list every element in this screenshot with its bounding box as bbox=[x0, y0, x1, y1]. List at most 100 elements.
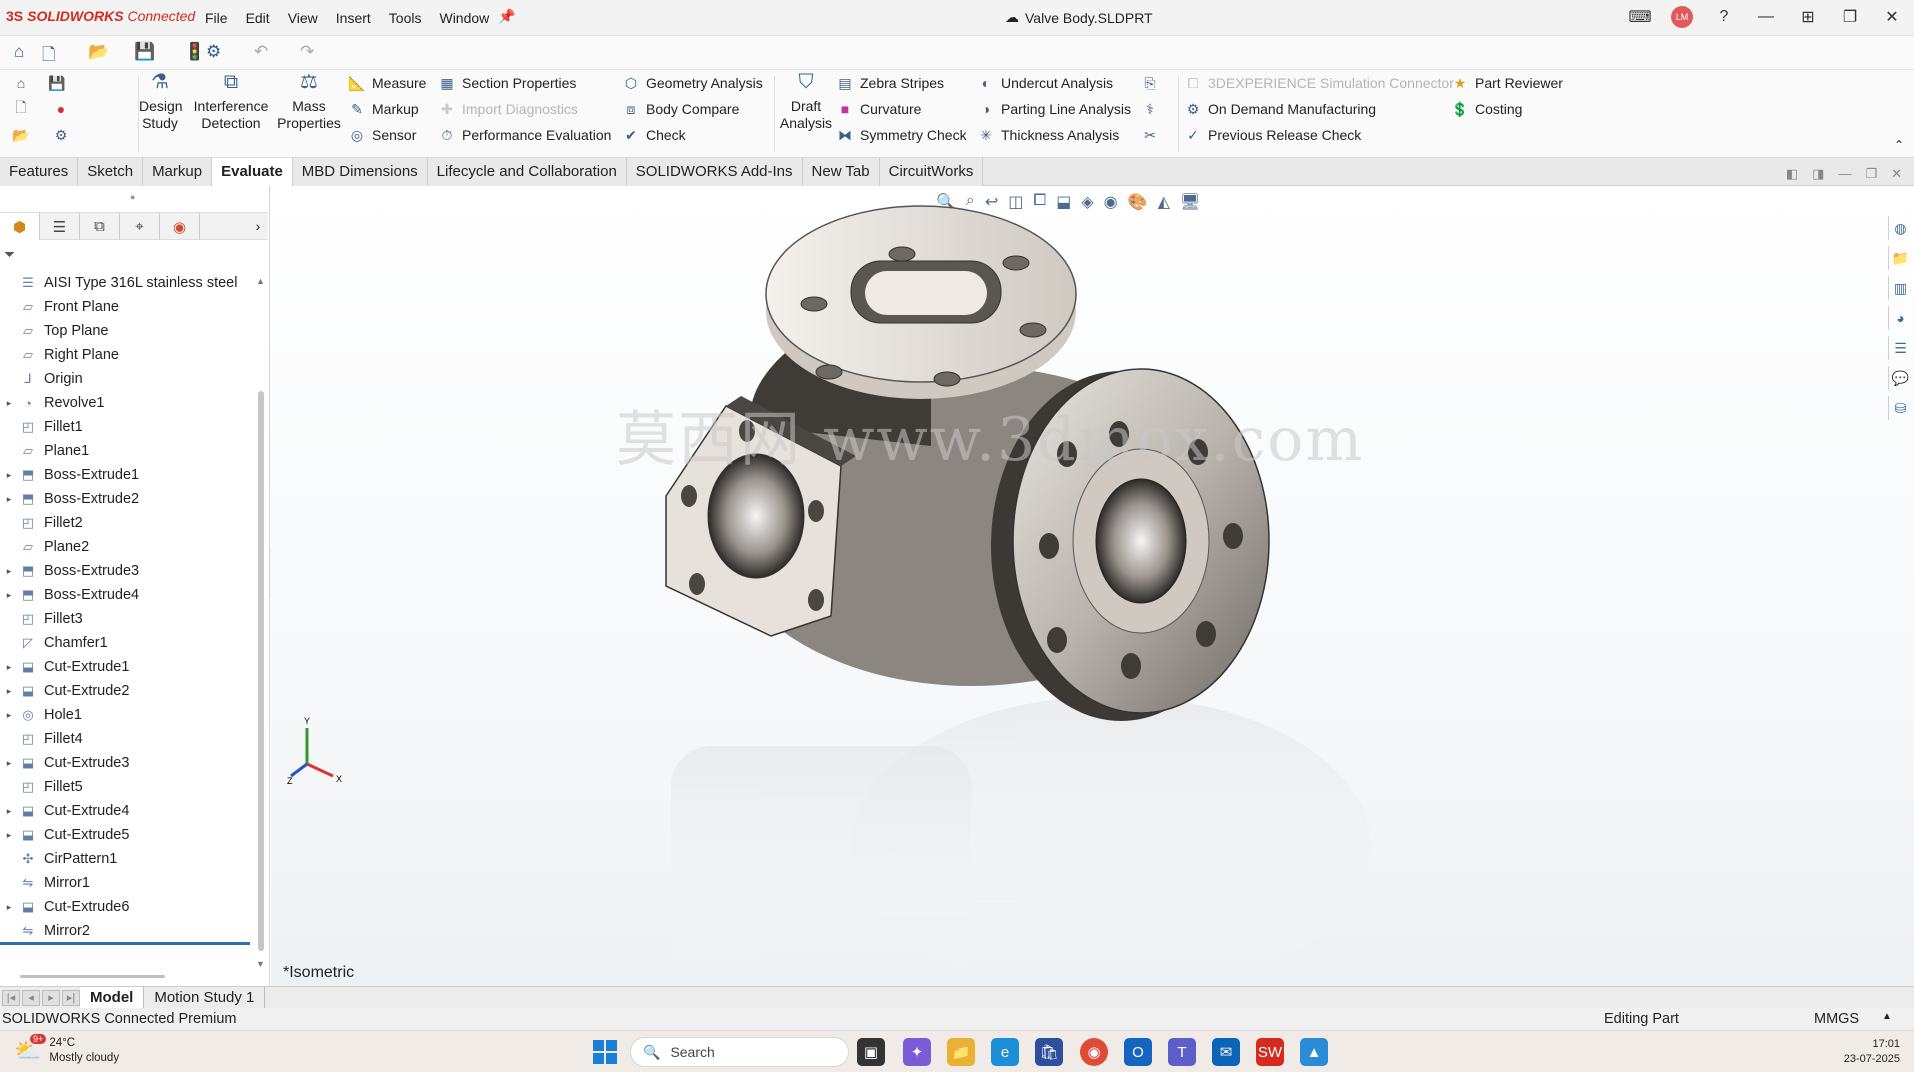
unit-system[interactable]: MMGS bbox=[1814, 1011, 1859, 1027]
expand-arrow-icon[interactable]: ▸ bbox=[0, 590, 18, 601]
home-icon[interactable]: ⌂ bbox=[14, 42, 24, 62]
parting-line-analysis-button[interactable]: ◑ Parting Line Analysis bbox=[977, 100, 1131, 118]
tree-item[interactable]: ☰ AISI Type 316L stainless steel bbox=[0, 271, 255, 295]
geometry-analysis-button[interactable]: ⬡ Geometry Analysis bbox=[622, 74, 763, 92]
start-button[interactable] bbox=[593, 1040, 617, 1064]
tree-item[interactable]: ◰ Fillet1 bbox=[0, 415, 255, 439]
section-properties-button[interactable]: ▦ Section Properties bbox=[438, 74, 576, 92]
menu-edit[interactable]: Edit bbox=[246, 10, 270, 26]
expand-arrow-icon[interactable]: ▸ bbox=[0, 398, 18, 409]
performance-evaluation-button[interactable]: ⏱ Performance Evaluation bbox=[438, 126, 612, 144]
previous-release-check-button[interactable]: ✓ Previous Release Check bbox=[1184, 126, 1361, 144]
compare-documents-icon[interactable]: ⎘ bbox=[1141, 74, 1159, 92]
tab-evaluate[interactable]: Evaluate bbox=[212, 158, 293, 186]
tab-markup[interactable]: Markup bbox=[143, 158, 213, 186]
weather-widget[interactable]: ⛅ 9+ 24°C Mostly cloudy bbox=[14, 1034, 119, 1066]
prev-tab-icon[interactable]: ◂ bbox=[22, 989, 40, 1006]
next-tab-icon[interactable]: ▸ bbox=[42, 989, 60, 1006]
expand-arrow-icon[interactable]: ▸ bbox=[0, 566, 18, 577]
pin-menu-icon[interactable]: 📌 bbox=[498, 8, 515, 25]
menu-view[interactable]: View bbox=[288, 10, 318, 26]
filter-icon[interactable]: ⏷ bbox=[4, 246, 15, 263]
more-tabs-icon[interactable]: › bbox=[248, 213, 268, 239]
open-small-icon[interactable]: 📂 bbox=[12, 126, 30, 144]
edge-icon[interactable]: e bbox=[991, 1038, 1019, 1066]
solidworks-taskbar-icon[interactable]: SW bbox=[1256, 1038, 1284, 1066]
tab-motion-study[interactable]: Motion Study 1 bbox=[144, 986, 266, 1009]
store-icon[interactable]: 🛍 bbox=[1035, 1038, 1063, 1066]
tree-item[interactable]: ▸ ◔ Revolve1 bbox=[0, 391, 255, 415]
tree-item[interactable]: ▱ Right Plane bbox=[0, 343, 255, 367]
display-manager-tab[interactable]: ◉ bbox=[160, 213, 200, 240]
last-tab-icon[interactable]: ▸| bbox=[62, 989, 80, 1006]
teams-icon[interactable]: T bbox=[1168, 1038, 1196, 1066]
zebra-stripes-button[interactable]: ▤ Zebra Stripes bbox=[836, 74, 944, 92]
expand-arrow-icon[interactable]: ▸ bbox=[0, 830, 18, 841]
dimxpert-tab[interactable]: ⌖ bbox=[120, 213, 160, 240]
minimize-button[interactable]: — bbox=[1754, 4, 1778, 30]
feature-manager-tab[interactable]: ⬢ bbox=[0, 213, 40, 240]
taskbar-search[interactable]: 🔍 Search bbox=[630, 1037, 849, 1067]
doc-close-icon[interactable]: ✕ bbox=[1891, 166, 1902, 182]
mail-icon[interactable]: ✉ bbox=[1212, 1038, 1240, 1066]
graphics-area[interactable]: 🔍 ⌕ ↩ ◫ ⧠ ⬓ ◈ ◉ 🎨 ◭ 🖥 ◍ 📁 ▥ ◕ ☰ 💬 ⛁ 莫西网 … bbox=[271, 186, 1914, 986]
new-document-icon[interactable]: 🗋 bbox=[42, 42, 56, 71]
scroll-up-icon[interactable]: ▲ bbox=[256, 276, 265, 286]
tab-sketch[interactable]: Sketch bbox=[78, 158, 144, 186]
tab-new[interactable]: New Tab bbox=[802, 158, 880, 186]
mass-properties-button[interactable]: ⚖ Mass Properties bbox=[276, 72, 342, 132]
options-gear-icon[interactable]: ⚙ bbox=[206, 42, 221, 62]
tree-item[interactable]: ▸ ⬒ Boss-Extrude4 bbox=[0, 583, 255, 607]
gear-small-icon[interactable]: ⚙ bbox=[52, 126, 70, 144]
draft-analysis-button[interactable]: ⛉ Draft Analysis bbox=[779, 72, 833, 132]
undercut-analysis-button[interactable]: ◐ Undercut Analysis bbox=[977, 74, 1113, 92]
outlook-icon[interactable]: O bbox=[1124, 1038, 1152, 1066]
tree-item[interactable]: ▸ ⬓ Cut-Extrude1 bbox=[0, 655, 255, 679]
tree-item[interactable]: ▸ ◎ Hole1 bbox=[0, 703, 255, 727]
import-diagnostics-button[interactable]: ✚ Import Diagnostics bbox=[438, 100, 578, 118]
measure-button[interactable]: 📐 Measure bbox=[348, 74, 426, 92]
configuration-manager-tab[interactable]: ⧉ bbox=[80, 213, 120, 240]
markup-button[interactable]: ✎ Markup bbox=[348, 100, 419, 118]
copilot-icon[interactable]: ✦ bbox=[903, 1038, 931, 1066]
expand-arrow-icon[interactable]: ▸ bbox=[0, 662, 18, 673]
menu-window[interactable]: Window bbox=[439, 10, 489, 26]
tree-item[interactable]: ▱ Plane1 bbox=[0, 439, 255, 463]
save-icon[interactable]: 💾 bbox=[134, 42, 155, 62]
sensor-button[interactable]: ◎ Sensor bbox=[348, 126, 416, 144]
units-menu-icon[interactable]: ▲ bbox=[1882, 1011, 1892, 1022]
scroll-thumb[interactable] bbox=[258, 391, 264, 951]
close-button[interactable]: ✕ bbox=[1880, 4, 1904, 30]
home-small-icon[interactable]: ⌂ bbox=[12, 74, 30, 92]
property-manager-tab[interactable]: ☰ bbox=[40, 213, 80, 240]
tree-item[interactable]: ✣ CirPattern1 bbox=[0, 847, 255, 871]
tree-item[interactable]: ⇋ Mirror2 bbox=[0, 919, 255, 943]
expand-arrow-icon[interactable]: ▸ bbox=[0, 686, 18, 697]
tree-item[interactable]: ◰ Fillet3 bbox=[0, 607, 255, 631]
rebuild-icon[interactable]: 🚦 bbox=[184, 42, 205, 62]
tree-item[interactable]: ▸ ⬒ Boss-Extrude2 bbox=[0, 487, 255, 511]
menu-insert[interactable]: Insert bbox=[336, 10, 371, 26]
tree-item[interactable]: ⇋ Mirror1 bbox=[0, 871, 255, 895]
system-clock[interactable]: 17:01 23-07-2025 bbox=[1844, 1037, 1900, 1067]
new-small-icon[interactable]: 🗋 bbox=[12, 99, 30, 118]
chrome-icon[interactable]: ◉ bbox=[1080, 1038, 1108, 1066]
simulation-connector-button[interactable]: ⧠ 3DEXPERIENCE Simulation Connector bbox=[1184, 74, 1454, 92]
tile-right-icon[interactable]: ◨ bbox=[1812, 166, 1824, 182]
tree-item[interactable]: ◰ Fillet4 bbox=[0, 727, 255, 751]
open-icon[interactable]: 📂 bbox=[88, 42, 109, 62]
tree-item[interactable]: ▸ ⬓ Cut-Extrude3 bbox=[0, 751, 255, 775]
tree-item[interactable]: ◸ Chamfer1 bbox=[0, 631, 255, 655]
tab-addins[interactable]: SOLIDWORKS Add-Ins bbox=[626, 158, 803, 186]
design-study-button[interactable]: ⚗ Design Study bbox=[139, 72, 183, 132]
tree-item[interactable]: ▸ ⬓ Cut-Extrude5 bbox=[0, 823, 255, 847]
tools-icon[interactable]: ✂ bbox=[1141, 126, 1159, 144]
body-compare-button[interactable]: ⧈ Body Compare bbox=[622, 100, 740, 118]
tree-item[interactable]: ▸ ⬓ Cut-Extrude2 bbox=[0, 679, 255, 703]
help-icon[interactable]: ? bbox=[1712, 4, 1736, 30]
rollback-bar[interactable] bbox=[0, 942, 250, 945]
expand-arrow-icon[interactable]: ▸ bbox=[0, 806, 18, 817]
file-explorer-taskbar-icon[interactable]: 📁 bbox=[947, 1038, 975, 1066]
check-button[interactable]: ✔ Check bbox=[622, 126, 686, 144]
layout-button[interactable]: ⊞ bbox=[1796, 4, 1820, 30]
